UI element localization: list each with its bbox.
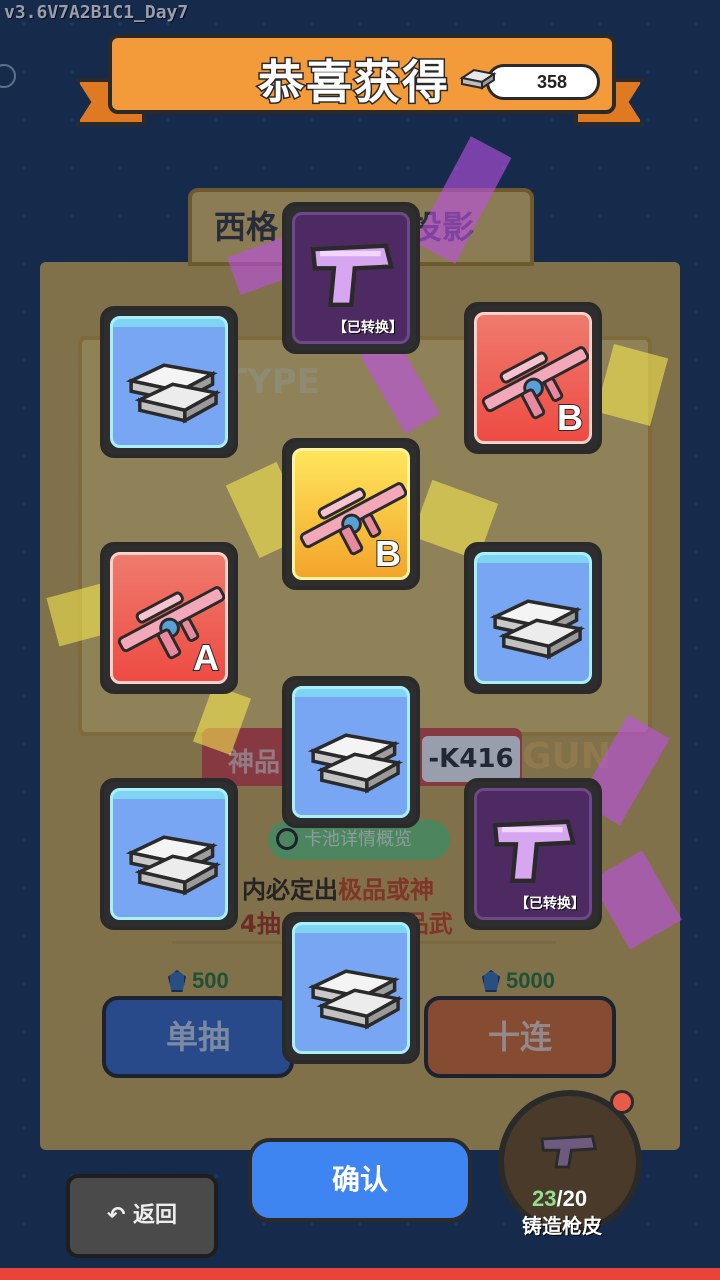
silver-count: 358 <box>536 72 568 92</box>
notification-dot <box>610 1090 634 1114</box>
reward-card[interactable] <box>100 778 238 930</box>
reward-card-face: 【已转换】 <box>474 788 592 920</box>
converted-label: 【已转换】 <box>333 320 403 336</box>
silver-counter: 358 <box>486 64 600 100</box>
reward-card-face: 【已转换】 <box>292 212 410 344</box>
silver-bar-icon <box>459 68 497 90</box>
banner-title: 恭喜获得 <box>257 54 450 111</box>
pistol-icon <box>540 1134 597 1169</box>
reward-card[interactable]: 【已转换】 <box>464 778 602 930</box>
reward-card-face <box>292 686 410 818</box>
reward-card[interactable]: 【已转换】 <box>282 202 420 354</box>
reward-card[interactable] <box>100 306 238 458</box>
forge-total: /20 <box>556 1186 588 1211</box>
reward-card[interactable] <box>282 912 420 1064</box>
reward-card[interactable]: B <box>282 438 420 590</box>
reward-card-face <box>474 552 592 684</box>
reward-card[interactable]: B <box>464 302 602 454</box>
forge-current: 23 <box>532 1186 557 1211</box>
back-label: 返回 <box>133 1203 178 1228</box>
reward-card-face <box>110 316 228 448</box>
forge-label: 铸造枪皮 <box>522 1214 602 1238</box>
converted-label: 【已转换】 <box>515 896 585 912</box>
reward-card-face: B <box>474 312 592 444</box>
grade-badge: B <box>374 532 402 575</box>
reward-card[interactable]: A <box>100 542 238 694</box>
undo-arrow-icon: ↶ <box>106 1203 126 1228</box>
forge-progress: 23/20 <box>532 1186 587 1212</box>
back-button[interactable]: ↶ 返回 <box>66 1174 218 1258</box>
bottom-bar <box>0 1268 720 1280</box>
reward-card-face: B <box>292 448 410 580</box>
grade-badge: B <box>556 396 584 439</box>
reward-card-face <box>110 788 228 920</box>
confirm-button[interactable]: 确认 <box>248 1138 472 1222</box>
grade-badge: A <box>192 636 220 679</box>
reward-card[interactable] <box>282 676 420 828</box>
reward-card-face <box>292 922 410 1054</box>
reward-card[interactable] <box>464 542 602 694</box>
reward-card-face: A <box>110 552 228 684</box>
